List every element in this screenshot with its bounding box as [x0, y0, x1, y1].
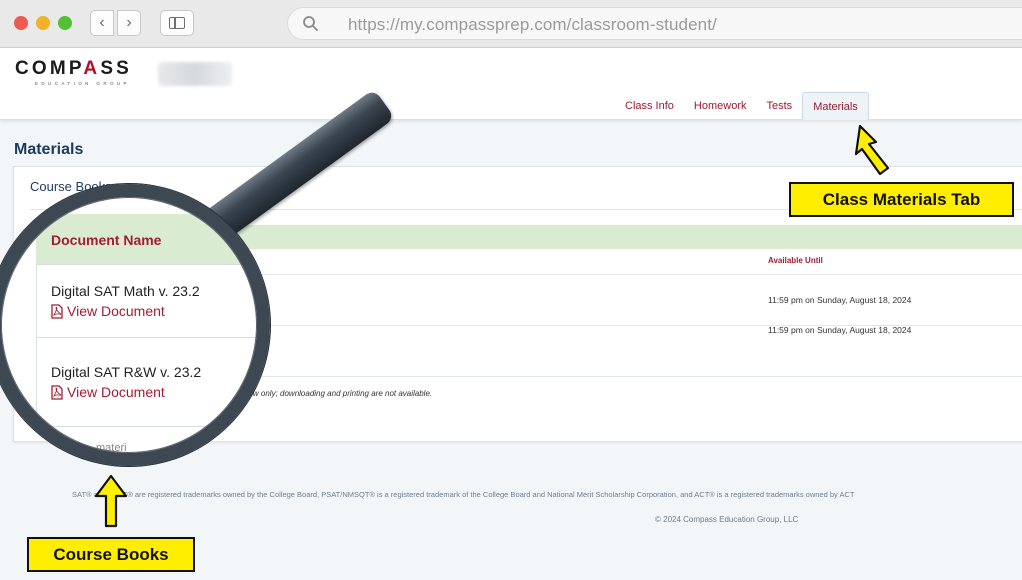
sidebar-toggle-button[interactable] [160, 10, 194, 36]
column-header-document-name: Document Name [51, 232, 162, 248]
pdf-icon [51, 303, 63, 319]
document-name: Digital SAT R&W v. 23.2 [51, 364, 202, 380]
viewing-notice: window only; downloading and printing ar… [232, 389, 433, 398]
maximize-window-button[interactable] [58, 16, 72, 30]
sidebar-icon [169, 17, 185, 29]
column-header-available-until: Available Until [768, 256, 823, 265]
magnifier-lens: Document Name Digital SAT Math v. 23.2 V… [0, 196, 258, 454]
copyright: © 2024 Compass Education Group, LLC [655, 515, 799, 524]
chevron-right-icon: › [126, 14, 132, 31]
tab-tests[interactable]: Tests [757, 92, 803, 120]
available-until-date: 11:59 pm on Sunday, August 18, 2024 [768, 325, 912, 335]
pdf-icon [51, 384, 63, 400]
site-header: COMPASS EDUCATION GROUP Class Info Homew… [0, 48, 1022, 120]
view-document-link[interactable]: View Document [51, 384, 165, 400]
document-name: Digital SAT Math v. 23.2 [51, 283, 200, 299]
divider [36, 264, 258, 265]
url-text: https://my.compassprep.com/classroom-stu… [348, 15, 717, 34]
forward-button[interactable]: › [117, 10, 141, 36]
arrow-up-icon [94, 474, 128, 528]
trademark-notice: SAT® and PSAT® are registered trademarks… [72, 490, 855, 499]
address-bar[interactable]: https://my.compassprep.com/classroom-stu… [287, 7, 1022, 40]
page-title: Materials [14, 141, 84, 158]
class-materials-tab-callout: Class Materials Tab [789, 182, 1014, 217]
chevron-left-icon: ‹ [99, 14, 105, 31]
close-window-button[interactable] [14, 16, 28, 30]
divider [36, 337, 258, 338]
arrow-up-icon [854, 124, 890, 176]
back-button[interactable]: ‹ [90, 10, 114, 36]
view-document-link[interactable]: View Document [51, 303, 165, 319]
browser-toolbar: ‹ › https://my.compassprep.com/classroom… [0, 0, 1022, 48]
compass-logo[interactable]: COMPASS EDUCATION GROUP [15, 58, 132, 86]
other-materials-heading-fragment: materi [96, 442, 127, 454]
class-tabs: Class Info Homework Tests Materials [615, 92, 869, 120]
search-icon [303, 16, 318, 31]
blurred-username [158, 62, 232, 86]
section-title-course-books: Course Books [30, 179, 112, 194]
available-until-date: 11:59 pm on Sunday, August 18, 2024 [768, 295, 912, 305]
tab-homework[interactable]: Homework [684, 92, 757, 120]
minimize-window-button[interactable] [36, 16, 50, 30]
divider [36, 426, 258, 427]
tab-class-info[interactable]: Class Info [615, 92, 684, 120]
tab-materials[interactable]: Materials [802, 92, 869, 120]
course-books-callout: Course Books [27, 537, 195, 572]
